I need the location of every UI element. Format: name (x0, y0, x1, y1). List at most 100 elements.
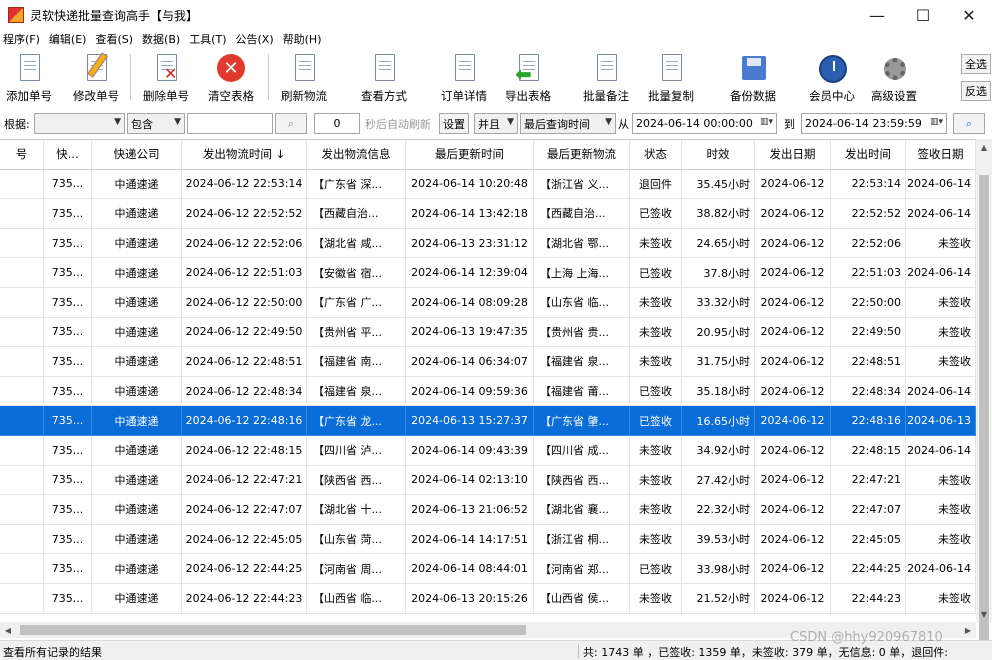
table-row[interactable]: 735... 中通速递 2024-06-12 22:50:00 【广东省 广... 20… (0, 288, 976, 318)
search-icon: ⌕ (965, 116, 973, 130)
table-row[interactable]: 735... 中通速递 2024-06-12 22:48:15 【四川省 泸... 20… (0, 436, 976, 466)
table-cell: 33.32小时 (682, 288, 755, 318)
table-cell (0, 199, 44, 229)
table-row[interactable]: 735... 中通速递 2024-06-12 22:52:06 【湖北省 咸... 20… (0, 228, 976, 259)
minimize-button[interactable]: — (854, 0, 900, 30)
menu-tools[interactable]: 工具(T) (189, 31, 226, 47)
column-header[interactable]: 发出物流时间 ↓ (182, 140, 307, 170)
table-row[interactable]: 735... 中通速递 2024-06-12 22:47:21 【陕西省 西... 20… (0, 465, 976, 496)
column-header[interactable]: 发出日期 (755, 140, 831, 170)
table-row[interactable]: 735... 中通速递 2024-06-12 22:48:51 【福建省 南... 20… (0, 347, 976, 377)
table-cell (0, 584, 44, 614)
delete-tracking-button[interactable]: ✕ 删除单号 (140, 52, 192, 104)
member-center-button[interactable]: 会员中心 (806, 52, 858, 104)
table-row[interactable]: 735... 中通速递 2024-06-12 22:44:23 【山西省 临... 20… (0, 584, 976, 614)
invert-selection-button[interactable]: 反选 (961, 81, 991, 101)
vertical-scrollbar[interactable]: ▲ ▼ (976, 139, 992, 641)
column-header[interactable]: 号 (0, 140, 44, 170)
export-table-button[interactable]: ⬅ 导出表格 (502, 52, 554, 104)
table-cell: 22:44:23 (831, 584, 906, 614)
table-cell: 【陕西省 西... (307, 465, 406, 496)
column-header[interactable]: 快... (44, 140, 92, 170)
scroll-right-icon[interactable]: ▶ (960, 622, 976, 638)
contains-select[interactable]: 包含 ▼ (127, 113, 185, 134)
scroll-left-icon[interactable]: ◀ (0, 622, 16, 638)
menu-program[interactable]: 程序(F) (3, 31, 40, 47)
query-search-button[interactable]: ⌕ (953, 113, 985, 134)
scroll-up-icon[interactable]: ▲ (976, 139, 992, 155)
watermark-text: CSDN @hhy920967810 (790, 630, 943, 645)
refresh-seconds-input[interactable]: 0 (314, 113, 360, 134)
column-header[interactable]: 状态 (630, 140, 682, 170)
to-datetime-picker[interactable]: 2024-06-14 23:59:59 ▥▾ (801, 113, 947, 134)
table-cell: 735... (44, 169, 92, 200)
view-mode-button[interactable]: 查看方式 (358, 52, 410, 104)
order-detail-button[interactable]: 订单详情 (438, 52, 490, 104)
table-header: 号快... 快递公司 发出物流时间 ↓ 发出物流信息 最后更新时间 最后更新物流 状态 时效发… (0, 140, 976, 170)
settings-button[interactable]: 设置 (439, 113, 469, 134)
contains-select-value: 包含 (131, 117, 153, 131)
table-cell: 已签收 (630, 258, 682, 288)
table-cell: 2024-06-13 20:15:26 (406, 584, 534, 614)
table-cell: 16.65小时 (682, 406, 755, 436)
table-cell: 中通速递 (92, 317, 182, 348)
close-button[interactable]: ✕ (946, 0, 992, 30)
table-row[interactable]: 735... 中通速递 2024-06-12 22:44:25 【河南省 周... 20… (0, 554, 976, 584)
vertical-scroll-thumb[interactable] (979, 175, 989, 641)
advanced-settings-button[interactable]: 高级设置 (866, 52, 922, 104)
table-row[interactable]: 735... 中通速递 2024-06-12 22:53:14 【广东省 深... 20… (0, 169, 976, 200)
chevron-down-icon: ▼ (605, 117, 612, 127)
toolbar-separator (130, 54, 131, 100)
table-row[interactable]: 735... 中通速递 2024-06-12 22:51:03 【安徽省 宿... 20… (0, 258, 976, 288)
maximize-button[interactable]: ☐ (900, 0, 946, 30)
table-cell: 2024-06-12 22:47:21 (182, 465, 307, 496)
table-cell: 未签收 (630, 347, 682, 377)
table-cell: 2024-06-14 (906, 436, 976, 466)
batch-copy-button[interactable]: 批量复制 (644, 52, 698, 104)
backup-data-button[interactable]: 备份数据 (726, 52, 780, 104)
edit-tracking-button[interactable]: 修改单号 (70, 52, 122, 104)
batch-note-button[interactable]: 批量备注 (580, 52, 632, 104)
table-row[interactable]: 735... 中通速递 2024-06-12 22:45:05 【山东省 菏... 20… (0, 524, 976, 555)
pencil-icon (80, 52, 112, 84)
scroll-down-icon[interactable]: ▼ (976, 606, 992, 622)
table-row[interactable]: 735... 中通速递 2024-06-12 22:48:16 【广东省 龙... 20… (0, 406, 976, 436)
table-cell: 2024-06-13 23:31:12 (406, 228, 534, 259)
table-cell: 735... (44, 258, 92, 288)
table-row[interactable]: 735... 中通速递 2024-06-12 22:49:50 【贵州省 平... 20… (0, 317, 976, 348)
keyword-input[interactable] (187, 113, 273, 134)
search-button[interactable]: ⌕ (275, 113, 307, 134)
column-header[interactable]: 最后更新物流 (534, 140, 630, 170)
column-header[interactable]: 最后更新时间 (406, 140, 534, 170)
table-row[interactable]: 735... 中通速递 2024-06-12 22:48:34 【福建省 泉... 20… (0, 376, 976, 407)
table-cell: 2024-06-14 13:42:18 (406, 199, 534, 229)
menu-help[interactable]: 帮助(H) (283, 31, 322, 47)
column-header[interactable]: 发出时间 (831, 140, 906, 170)
table-cell: 【山西省 侯... (534, 584, 630, 614)
select-all-button[interactable]: 全选 (961, 54, 991, 74)
menu-view[interactable]: 查看(S) (95, 31, 133, 47)
column-header[interactable]: 时效 (682, 140, 755, 170)
time-field-select[interactable]: 最后查询时间 ▼ (520, 113, 616, 134)
menu-notice[interactable]: 公告(X) (236, 31, 274, 47)
table-cell: 2024-06-14 (906, 169, 976, 200)
column-header[interactable]: 快递公司 (92, 140, 182, 170)
table-row[interactable]: 735... 中通速递 2024-06-12 22:52:52 【西藏自治... 202… (0, 199, 976, 229)
table-cell: 2024-06-12 (755, 288, 831, 318)
basis-select[interactable]: ▼ (34, 113, 125, 134)
menu-edit[interactable]: 编辑(E) (49, 31, 87, 47)
menu-data[interactable]: 数据(B) (142, 31, 180, 47)
column-header[interactable]: 签收日期 (906, 140, 976, 170)
batch-copy-label: 批量复制 (648, 89, 694, 103)
and-select[interactable]: 并且 ▼ (474, 113, 518, 134)
refresh-logistics-button[interactable]: 刷新物流 (278, 52, 330, 104)
table-cell (0, 436, 44, 466)
column-header[interactable]: 发出物流信息 (307, 140, 406, 170)
add-tracking-button[interactable]: 添加单号 (5, 52, 53, 104)
from-datetime-picker[interactable]: 2024-06-14 00:00:00 ▥▾ (632, 113, 777, 134)
clear-table-button[interactable]: ✕ 清空表格 (204, 52, 258, 104)
table-cell: 2024-06-14 09:43:39 (406, 436, 534, 466)
table-row[interactable]: 735... 中通速递 2024-06-12 22:47:07 【湖北省 十... 20… (0, 495, 976, 525)
horizontal-scroll-thumb[interactable] (20, 625, 526, 635)
table-cell: 735... (44, 465, 92, 496)
